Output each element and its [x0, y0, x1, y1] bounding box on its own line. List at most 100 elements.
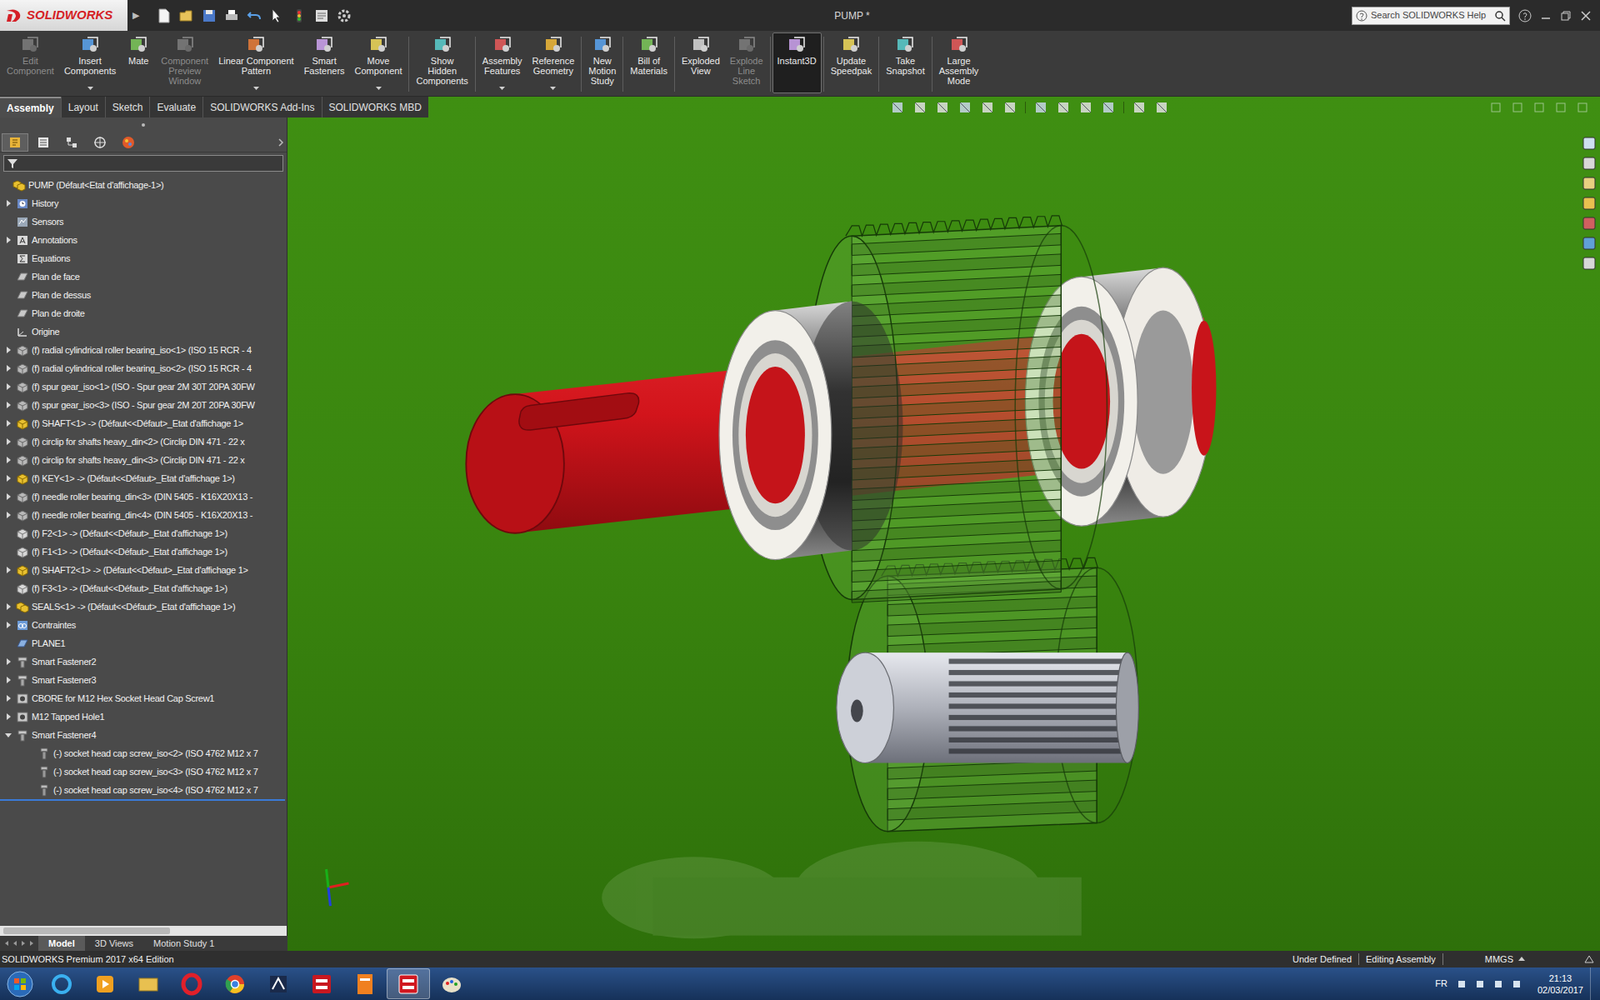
expander-arrow-icon[interactable]: [5, 658, 12, 665]
expander[interactable]: [3, 345, 14, 355]
ribbon-button[interactable]: NewMotionStudy: [583, 32, 621, 94]
command-tab[interactable]: Assembly: [0, 96, 61, 118]
tree-item[interactable]: (-) socket head cap screw_iso<3> (ISO 47…: [0, 762, 287, 781]
ribbon-button[interactable]: LargeAssemblyMode: [934, 32, 985, 94]
expander[interactable]: [3, 290, 14, 300]
action-center-icon[interactable]: [1510, 978, 1523, 990]
command-tab[interactable]: SOLIDWORKS Add-Ins: [202, 96, 321, 118]
select-icon[interactable]: [268, 7, 285, 25]
expander-arrow-icon[interactable]: [5, 346, 12, 354]
ribbon-button[interactable]: Mate: [120, 32, 156, 94]
expander[interactable]: [3, 363, 14, 374]
custom-properties-icon[interactable]: [1581, 255, 1597, 271]
tree-item[interactable]: (f) KEY<1> -> (Défaut<<Défaut>_Etat d'af…: [0, 469, 287, 488]
expander[interactable]: [3, 418, 14, 429]
expander[interactable]: [3, 216, 14, 227]
ribbon-button[interactable]: MoveComponent: [350, 32, 408, 94]
edit-appearance-icon[interactable]: [1078, 100, 1094, 115]
file-properties-icon[interactable]: [313, 7, 330, 25]
tree-item[interactable]: (f) radial cylindrical roller bearing_is…: [0, 340, 287, 360]
tree-item[interactable]: History: [0, 194, 287, 213]
view-orientation-icon[interactable]: [1002, 100, 1018, 115]
tree-item[interactable]: (f) needle roller bearing_din<4> (DIN 54…: [0, 505, 287, 525]
resources-icon[interactable]: [1581, 155, 1597, 171]
tree-item[interactable]: Plan de droite: [0, 304, 287, 323]
design-library-icon[interactable]: [1581, 175, 1597, 191]
assembly-model[interactable]: [287, 117, 1578, 951]
tree-item[interactable]: Equations: [0, 249, 287, 268]
undo-icon[interactable]: [245, 7, 263, 25]
panel-tab[interactable]: [30, 133, 57, 152]
expander-arrow-icon[interactable]: [5, 438, 12, 445]
expander[interactable]: [3, 656, 14, 667]
tree-item[interactable]: Smart Fastener2: [0, 652, 287, 671]
expander[interactable]: [25, 766, 35, 777]
home-icon[interactable]: [1581, 135, 1597, 151]
taskbar-app[interactable]: [83, 968, 127, 1000]
expander[interactable]: [3, 565, 14, 575]
save-icon[interactable]: [200, 7, 218, 25]
scroll-thumb[interactable]: [3, 927, 170, 935]
command-tab[interactable]: Sketch: [105, 96, 150, 118]
expander[interactable]: [3, 675, 14, 685]
tree-item[interactable]: (f) F1<1> -> (Défaut<<Défaut>_Etat d'aff…: [0, 542, 287, 561]
expander[interactable]: [3, 381, 14, 392]
ribbon-button[interactable]: ExplodedView: [676, 32, 725, 94]
bottom-tab[interactable]: 3D Views: [85, 935, 144, 951]
expander-arrow-icon[interactable]: [5, 493, 12, 500]
ribbon-button[interactable]: ShowHiddenComponents: [410, 32, 473, 94]
zoom-fit-icon[interactable]: [890, 100, 905, 115]
tree-item[interactable]: SEALS<1> -> (Défaut<<Défaut>_Etat d'affi…: [0, 597, 287, 616]
tree-item[interactable]: Plan de face: [0, 267, 287, 286]
tree-item[interactable]: (f) F2<1> -> (Défaut<<Défaut>_Etat d'aff…: [0, 524, 287, 543]
expander[interactable]: [0, 180, 10, 190]
tree-item[interactable]: (f) circlip for shafts heavy_din<2> (Cir…: [0, 432, 287, 451]
next-tab-icon[interactable]: [20, 940, 27, 947]
expander[interactable]: [3, 601, 14, 612]
display-pane-icon[interactable]: [1154, 100, 1170, 115]
ribbon-button[interactable]: ExplodeLineSketch: [725, 32, 769, 94]
network-icon[interactable]: [1492, 978, 1505, 990]
minimize-icon[interactable]: [1540, 10, 1552, 22]
expander-arrow-icon[interactable]: [5, 566, 12, 574]
expander-arrow-icon[interactable]: [5, 676, 12, 684]
expander[interactable]: [3, 400, 14, 410]
expander-arrow-icon[interactable]: [5, 200, 12, 207]
help-menu-icon[interactable]: [1518, 9, 1532, 23]
expander[interactable]: [3, 730, 14, 740]
units-menu-icon[interactable]: [1518, 955, 1525, 963]
expander-arrow-icon[interactable]: [5, 530, 12, 537]
ribbon-button[interactable]: Instant3D: [772, 32, 822, 94]
dropdown-arrow-icon[interactable]: [499, 86, 505, 92]
expander[interactable]: [3, 253, 14, 264]
panel-tab[interactable]: [1, 133, 29, 152]
close-icon[interactable]: [1580, 10, 1592, 22]
expander-arrow-icon[interactable]: [5, 640, 12, 647]
tree-item[interactable]: (-) socket head cap screw_iso<4> (ISO 47…: [0, 780, 287, 800]
tree-item[interactable]: Contraintes: [0, 615, 287, 635]
menu-arrow[interactable]: ▶: [127, 8, 145, 23]
taskbar-app[interactable]: [213, 968, 257, 1000]
expander-arrow-icon[interactable]: [26, 786, 34, 794]
expander-arrow-icon[interactable]: [26, 750, 34, 757]
tree-item[interactable]: (f) SHAFT2<1> -> (Défaut<<Défaut>_Etat d…: [0, 560, 287, 580]
section-view-icon[interactable]: [957, 100, 973, 115]
apply-scene-icon[interactable]: [1100, 100, 1116, 115]
magnifier-icon[interactable]: [1494, 10, 1506, 22]
start-button-icon[interactable]: [5, 969, 35, 1000]
new-document-icon[interactable]: [155, 7, 173, 25]
tree-item[interactable]: (f) needle roller bearing_din<3> (DIN 54…: [0, 487, 287, 506]
command-tab[interactable]: SOLIDWORKS MBD: [321, 96, 429, 118]
tree-item[interactable]: M12 Tapped Hole1: [0, 707, 287, 726]
app-logo[interactable]: SOLIDWORKS: [0, 0, 128, 31]
clock[interactable]: 21:1302/03/2017: [1530, 972, 1590, 996]
graphics-area[interactable]: [287, 117, 1578, 951]
expander-arrow-icon[interactable]: [5, 236, 12, 244]
tree-item[interactable]: (f) radial cylindrical roller bearing_is…: [0, 359, 287, 378]
expander-arrow-icon[interactable]: [5, 365, 12, 372]
tree-item[interactable]: Plan de dessus: [0, 285, 287, 305]
taskbar-app[interactable]: [343, 968, 387, 1000]
ribbon-button[interactable]: ComponentPreviewWindow: [155, 32, 214, 94]
command-tab[interactable]: Evaluate: [149, 96, 203, 118]
tree-item[interactable]: PLANE1: [0, 634, 287, 653]
